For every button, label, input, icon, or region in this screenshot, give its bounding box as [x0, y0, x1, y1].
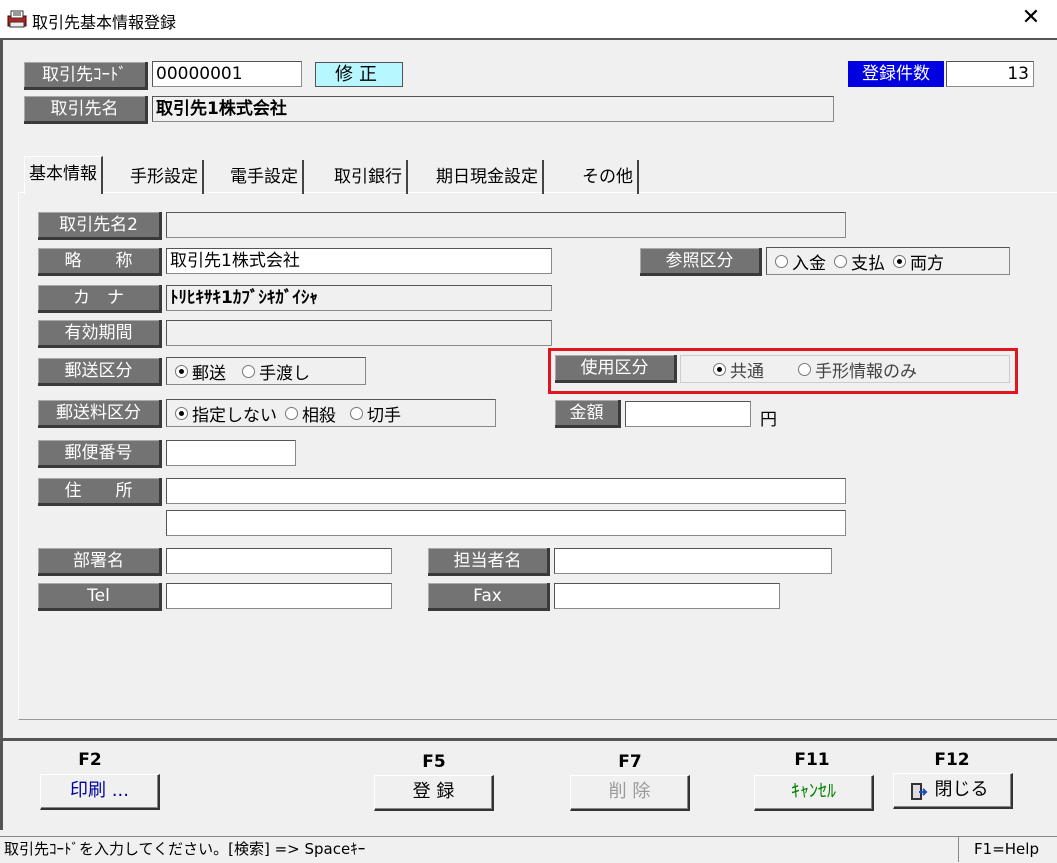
footer-divider — [0, 738, 1057, 741]
fee-option-offset[interactable]: 相殺 — [277, 401, 336, 426]
status-help: F1=Help — [958, 837, 1054, 862]
fax-label: Fax — [428, 583, 550, 611]
close-icon[interactable]: ✕ — [1016, 4, 1046, 32]
name2-input[interactable] — [166, 212, 846, 238]
zip-label: 郵便番号 — [38, 440, 162, 468]
window-left-edge — [0, 40, 3, 830]
fee-label: 郵送料区分 — [38, 400, 162, 428]
valid-label: 有効期間 — [38, 320, 162, 348]
amount-unit: 円 — [760, 410, 777, 430]
f5-key: F5 — [422, 752, 446, 772]
contact-label: 担当者名 — [428, 548, 550, 576]
tab-due-cash[interactable]: 期日現金設定 — [432, 160, 544, 194]
delete-button[interactable]: 削 除 — [570, 775, 690, 811]
window-title: 取引先基本情報登録 — [32, 13, 177, 32]
kana-input[interactable]: ﾄﾘﾋｷｻｷ1ｶﾌﾞｼｷｶﾞｲｼｬ — [166, 285, 552, 311]
ref-option-out[interactable]: 支払 — [826, 249, 885, 274]
radio-icon — [242, 364, 255, 378]
tab-edenshi[interactable]: 電手設定 — [226, 160, 304, 194]
radio-icon — [350, 406, 363, 420]
addr1-input[interactable] — [166, 478, 846, 504]
cancel-button[interactable]: ｷｬﾝｾﾙ — [754, 775, 874, 811]
dept-label: 部署名 — [38, 548, 162, 576]
radio-icon — [775, 254, 788, 268]
addr2-input[interactable] — [166, 510, 846, 536]
close-button[interactable]: 閉じる — [893, 773, 1013, 809]
status-message: 取引先ｺｰﾄﾞを入力してください。[検索] => Spaceｷｰ — [4, 840, 366, 858]
zip-input[interactable] — [166, 440, 296, 466]
tab-bank[interactable]: 取引銀行 — [330, 160, 408, 194]
amount-input[interactable] — [625, 401, 751, 427]
dept-input[interactable] — [166, 548, 392, 574]
count-label: 登録件数 — [848, 61, 944, 87]
close-button-label: 閉じる — [934, 779, 989, 800]
fee-option-none[interactable]: 指定しない — [167, 401, 277, 426]
mail-radio-group: 郵送 手渡し — [166, 357, 366, 385]
abbr-label: 略 称 — [38, 248, 162, 276]
name2-label: 取引先名2 — [38, 212, 162, 240]
tel-input[interactable] — [166, 583, 392, 609]
name-display: 取引先1株式会社 — [152, 96, 834, 122]
print-button[interactable]: 印刷 ... — [40, 774, 160, 810]
mode-badge: 修正 — [315, 62, 403, 87]
code-input[interactable]: 00000001 — [152, 61, 302, 87]
contact-input[interactable] — [554, 548, 832, 574]
valid-input[interactable] — [166, 320, 552, 346]
addr-label: 住 所 — [38, 478, 162, 506]
register-button[interactable]: 登 録 — [374, 775, 494, 811]
radio-icon — [834, 254, 847, 268]
fax-input[interactable] — [554, 583, 780, 609]
mail-option-post[interactable]: 郵送 — [167, 359, 226, 384]
f7-key: F7 — [618, 752, 642, 772]
radio-icon — [285, 406, 298, 420]
f12-key: F12 — [934, 750, 970, 770]
highlight-box — [548, 348, 1018, 394]
radio-checked-icon — [175, 364, 188, 378]
radio-checked-icon — [175, 406, 188, 420]
ref-option-in[interactable]: 入金 — [767, 249, 826, 274]
door-exit-icon — [908, 781, 928, 801]
tel-label: Tel — [38, 583, 162, 611]
mail-label: 郵送区分 — [38, 358, 162, 386]
fee-option-stamp[interactable]: 切手 — [342, 401, 401, 426]
tab-basic[interactable]: 基本情報 — [24, 156, 103, 194]
title-divider — [0, 38, 1057, 40]
radio-checked-icon — [893, 254, 906, 268]
amount-label: 金額 — [555, 400, 621, 428]
ref-radio-group: 入金 支払 両方 — [766, 247, 1010, 275]
name-label: 取引先名 — [24, 96, 148, 124]
mail-option-hand[interactable]: 手渡し — [234, 359, 310, 384]
abbr-input[interactable]: 取引先1株式会社 — [166, 248, 552, 274]
app-icon — [6, 9, 28, 29]
f11-key: F11 — [794, 750, 830, 770]
ref-label: 参照区分 — [640, 248, 762, 276]
tab-bill[interactable]: 手形設定 — [126, 160, 204, 194]
fee-radio-group: 指定しない 相殺 切手 — [166, 399, 496, 427]
tab-other[interactable]: その他 — [578, 160, 639, 194]
kana-label: カ ナ — [38, 285, 162, 313]
f2-key: F2 — [78, 750, 102, 770]
ref-option-both[interactable]: 両方 — [885, 249, 944, 274]
code-label: 取引先ｺｰﾄﾞ — [24, 62, 148, 90]
count-value: 13 — [946, 61, 1034, 87]
